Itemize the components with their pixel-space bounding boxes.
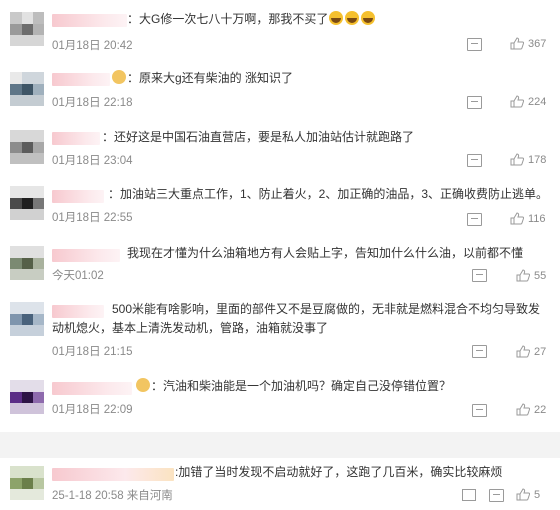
comment-text: ：大G修一次七八十万啊，那我不买了	[127, 10, 376, 29]
comment-item: 我现在才懂为什么油箱地方有人会贴上字，告知加什么什么油，以前都不懂 今天01:0…	[0, 238, 560, 294]
cat-emoji-icon	[112, 70, 126, 84]
timestamp: 01月18日 22:18	[52, 97, 133, 109]
avatar[interactable]	[10, 380, 44, 414]
avatar[interactable]	[10, 72, 44, 106]
avatar[interactable]	[10, 12, 44, 46]
crying-emoji-icon	[361, 11, 376, 25]
avatar[interactable]	[10, 186, 44, 220]
comment-item: 500米能有啥影响，里面的部件又不是豆腐做的，无非就是燃料混合不均匀导致发动机熄…	[0, 294, 560, 370]
comment-icon[interactable]	[467, 213, 482, 226]
like-icon	[516, 345, 530, 358]
timestamp: 25-1-18 20:58 来自河南	[52, 490, 173, 502]
username[interactable]	[52, 249, 120, 262]
timestamp: 01月18日 20:42	[52, 40, 133, 52]
avatar[interactable]	[10, 466, 44, 500]
timestamp: 01月18日 22:55	[52, 212, 133, 224]
timestamp: 01月18日 23:04	[52, 155, 133, 167]
share-icon[interactable]	[462, 489, 476, 501]
comment-icon[interactable]	[472, 345, 487, 358]
like-icon	[516, 269, 530, 282]
avatar[interactable]	[10, 302, 44, 336]
comment-text: ：汽油和柴油能是一个加油机吗？确定自己没停错位置？	[135, 377, 451, 396]
comment-icon[interactable]	[489, 489, 504, 502]
comment-icon[interactable]	[467, 154, 482, 167]
like-icon	[516, 403, 530, 416]
comment-item: ：原来大g还有柴油的 涨知识了 01月18日 22:18 224	[0, 60, 560, 118]
comment-text: ：原来大g还有柴油的 涨知识了	[111, 69, 293, 88]
avatar[interactable]	[10, 130, 44, 164]
avatar[interactable]	[10, 246, 44, 280]
like-icon	[510, 95, 524, 108]
timestamp: 01月18日 22:09	[52, 404, 133, 416]
crying-emoji-icon	[329, 11, 344, 25]
username[interactable]	[52, 132, 100, 145]
comment-item: ：还好这是中国石油直营店，要是私人加油站估计就跑路了 01月18日 23:04 …	[0, 118, 560, 176]
section-divider	[0, 432, 560, 458]
comment-item: ：大G修一次七八十万啊，那我不买了 01月18日 20:42 367	[0, 0, 560, 60]
comment-icon[interactable]	[467, 96, 482, 109]
comment-icon[interactable]	[467, 38, 482, 51]
like-icon	[516, 488, 530, 501]
username[interactable]	[52, 190, 104, 203]
comment-text: ：还好这是中国石油直营店，要是私人加油站估计就跑路了	[102, 130, 415, 144]
comment-icon[interactable]	[472, 404, 487, 417]
timestamp: 今天01:02	[52, 270, 104, 282]
comment-text: :加错了当时发现不启动就好了，这跑了几百米，确实比较麻烦	[175, 465, 503, 479]
comment-item: ：汽油和柴油能是一个加油机吗？确定自己没停错位置？ 01月18日 22:09 2…	[0, 370, 560, 432]
like-icon	[510, 37, 524, 50]
cat-emoji-icon	[136, 378, 150, 392]
comment-icon[interactable]	[472, 269, 487, 282]
crying-emoji-icon	[345, 11, 360, 25]
timestamp: 01月18日 21:15	[52, 346, 133, 358]
comment-text: 我现在才懂为什么油箱地方有人会贴上字，告知加什么什么油，以前都不懂	[127, 246, 524, 260]
username[interactable]	[52, 73, 110, 86]
username[interactable]	[52, 14, 127, 27]
username[interactable]	[52, 382, 132, 395]
username[interactable]	[52, 468, 174, 481]
comment-item: :加错了当时发现不启动就好了，这跑了几百米，确实比较麻烦 25-1-18 20:…	[0, 458, 560, 510]
comment-text: ：加油站三大重点工作，1、防止着火，2、加正确的油品，3、正确收费防止逃单。	[108, 187, 549, 201]
comment-item: ：加油站三大重点工作，1、防止着火，2、加正确的油品，3、正确收费防止逃单。 0…	[0, 176, 560, 238]
comment-text: 500米能有啥影响，里面的部件又不是豆腐做的，无非就是燃料混合不均匀导致发动机熄…	[52, 302, 541, 335]
like-icon	[510, 153, 524, 166]
like-icon	[510, 212, 524, 225]
